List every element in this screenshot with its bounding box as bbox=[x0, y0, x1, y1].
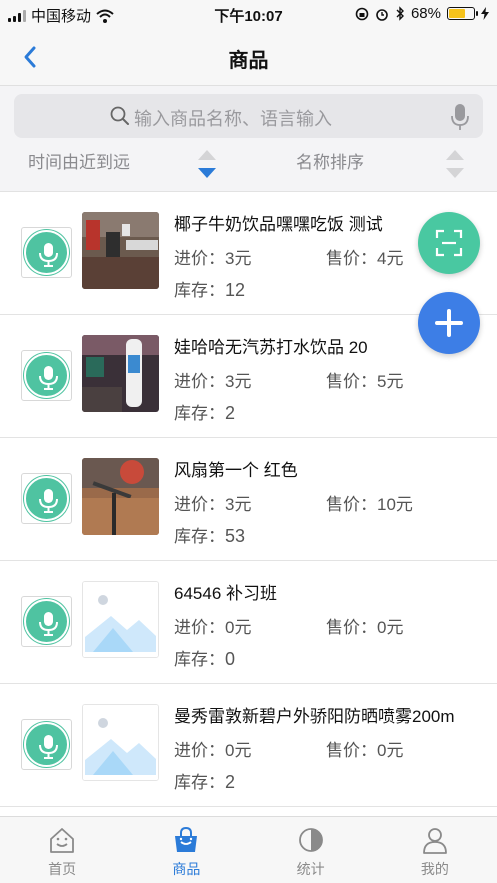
purchase-price: 进价：3元 bbox=[174, 495, 252, 514]
product-list: 椰子牛奶饮品嘿嘿吃饭 测试 进价：3元 售价：4元 库存：12 娃哈哈无汽苏打水饮品 2… bbox=[0, 192, 497, 807]
microphone-icon bbox=[39, 366, 58, 390]
home-icon bbox=[50, 828, 75, 853]
tab-products-label: 商品 bbox=[172, 861, 201, 877]
bluetooth-icon bbox=[396, 6, 404, 21]
shopping-bag-icon bbox=[175, 826, 198, 852]
product-thumbnail bbox=[82, 335, 159, 412]
battery-percent: 68% bbox=[410, 5, 441, 22]
product-thumbnail bbox=[82, 458, 159, 535]
product-thumbnail bbox=[82, 704, 159, 781]
tab-home[interactable]: 首页 bbox=[0, 817, 124, 883]
voice-button[interactable] bbox=[21, 719, 72, 770]
battery-icon bbox=[447, 7, 478, 20]
product-row[interactable]: 64546 补习班 进价：0元 售价：0元库存：0 bbox=[0, 561, 497, 684]
navigation-bar: 商品 bbox=[0, 28, 497, 86]
plus-icon bbox=[435, 309, 463, 337]
search-input[interactable]: 输入商品名称、语言输入 bbox=[14, 94, 483, 138]
search-icon bbox=[110, 106, 129, 125]
charging-icon bbox=[481, 7, 489, 20]
product-name: 曼秀雷敦新碧户外骄阳防晒喷雾200m bbox=[174, 707, 455, 726]
filter-panel: 输入商品名称、语言输入 时间由近到远 名称排序 bbox=[0, 86, 497, 192]
purchase-price: 进价：3元 bbox=[174, 372, 252, 391]
product-row[interactable]: 曼秀雷敦新碧户外骄阳防晒喷雾200m 进价：0元 售价：0元库存：2 bbox=[0, 684, 497, 807]
scan-button[interactable] bbox=[418, 212, 480, 274]
product-name: 64546 补习班 bbox=[174, 584, 277, 603]
pie-chart-icon bbox=[298, 828, 323, 852]
voice-button[interactable] bbox=[21, 350, 72, 401]
microphone-icon[interactable] bbox=[451, 103, 469, 131]
status-bar: 中国移动 下午10:07 68% bbox=[0, 0, 497, 28]
user-icon bbox=[422, 828, 447, 854]
voice-button[interactable] bbox=[21, 227, 72, 278]
stock-count: 库存：2 bbox=[174, 772, 236, 792]
product-thumbnail bbox=[82, 212, 159, 289]
tab-statistics-label: 统计 bbox=[296, 861, 325, 877]
product-thumbnail bbox=[82, 581, 159, 658]
sale-price: 售价：0元 bbox=[326, 741, 404, 760]
alarm-icon bbox=[376, 8, 388, 21]
sale-price: 售价：5元 bbox=[326, 372, 404, 391]
tab-mine[interactable]: 我的 bbox=[373, 817, 497, 883]
purchase-price: 进价：3元 bbox=[174, 249, 252, 268]
add-product-button[interactable] bbox=[418, 292, 480, 354]
stock-count: 库存：12 bbox=[174, 280, 246, 300]
tab-mine-label: 我的 bbox=[420, 861, 449, 877]
sort-name-arrows-icon[interactable] bbox=[444, 146, 466, 182]
rotation-lock-icon bbox=[355, 7, 369, 20]
scan-icon bbox=[435, 229, 463, 257]
stock-count: 库存：53 bbox=[174, 526, 246, 546]
sale-price: 售价：10元 bbox=[326, 495, 413, 514]
microphone-icon bbox=[39, 243, 58, 267]
microphone-icon bbox=[39, 612, 58, 636]
sale-price: 售价：4元 bbox=[326, 249, 404, 268]
microphone-icon bbox=[39, 735, 58, 759]
voice-button[interactable] bbox=[21, 596, 72, 647]
search-placeholder: 输入商品名称、语言输入 bbox=[134, 109, 332, 129]
tab-bar: 首页 商品 统计 我的 bbox=[0, 816, 497, 883]
products-page: 中国移动 下午10:07 68% 商品 输入商品名称、语言输入 时间由近到远 名… bbox=[0, 0, 497, 883]
voice-button[interactable] bbox=[21, 473, 72, 524]
tab-home-label: 首页 bbox=[48, 861, 77, 877]
purchase-price: 进价：0元 bbox=[174, 618, 252, 637]
purchase-price: 进价：0元 bbox=[174, 741, 252, 760]
sale-price: 售价：0元 bbox=[326, 618, 404, 637]
sort-by-name[interactable]: 名称排序 bbox=[296, 148, 364, 173]
sort-by-time[interactable]: 时间由近到远 bbox=[28, 148, 130, 173]
product-row[interactable]: 风扇第一个 红色 进价：3元 售价：10元库存：53 bbox=[0, 438, 497, 561]
product-name: 风扇第一个 红色 bbox=[174, 461, 298, 480]
tab-products[interactable]: 商品 bbox=[124, 817, 248, 883]
stock-count: 库存：0 bbox=[174, 649, 236, 669]
page-title: 商品 bbox=[228, 50, 269, 72]
sort-time-arrows-icon[interactable] bbox=[196, 146, 218, 182]
microphone-icon bbox=[39, 489, 58, 513]
stock-count: 库存：2 bbox=[174, 403, 236, 423]
tab-statistics[interactable]: 统计 bbox=[249, 817, 373, 883]
